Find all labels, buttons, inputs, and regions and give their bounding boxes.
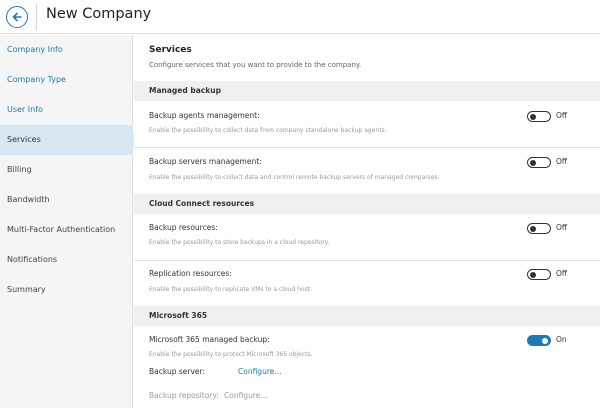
section-title: Services [149,45,192,55]
page-title: New Company [46,6,152,22]
header-divider [36,4,37,30]
sidebar-item-company-type[interactable]: Company Type [0,65,133,95]
sidebar-item-bandwidth[interactable]: Bandwidth [0,185,133,215]
backup-repository-label: Backup repository: [149,391,219,400]
sidebar-item-billing[interactable]: Billing [0,155,133,185]
page-header: New Company [0,0,600,34]
microsoft-365-managed-backup-label: Microsoft 365 managed backup: [149,335,270,344]
backup-repository-configure-link: Configure... [224,391,268,400]
replication-resources-state: Off [556,269,568,278]
row-divider [134,260,600,261]
backup-agents-management-toggle[interactable] [527,111,551,122]
sidebar-item-summary[interactable]: Summary [0,275,133,305]
back-button[interactable] [6,6,28,28]
sidebar-item-user-info[interactable]: User Info [0,95,133,125]
backup-servers-management-state: Off [556,157,568,166]
backup-agents-management-state: Off [556,111,568,120]
backup-servers-management-label: Backup servers management: [149,157,262,166]
backup-agents-management-description: Enable the possibility to collect data f… [149,127,387,134]
section-subtitle: Configure services that you want to prov… [149,61,362,69]
sidebar-item-company-info[interactable]: Company Info [0,35,133,65]
toggle-knob [542,337,548,344]
sidebar-item-notifications[interactable]: Notifications [0,245,133,275]
toggle-knob [530,159,536,166]
sidebar-item-services[interactable]: Services [0,125,140,155]
backup-resources-label: Backup resources: [149,223,218,232]
backup-servers-management-description: Enable the possibility to collect data a… [149,174,440,181]
replication-resources-label: Replication resources: [149,269,232,278]
microsoft-365-managed-backup-description: Enable the possibility to protect Micros… [149,351,313,358]
backup-servers-management-toggle[interactable] [527,157,551,168]
backup-server-configure-link[interactable]: Configure... [238,367,282,376]
microsoft-365-managed-backup-toggle[interactable] [527,335,551,346]
replication-resources-toggle[interactable] [527,269,551,280]
toggle-knob [530,271,536,278]
group-heading-cloud-connect-resources: Cloud Connect resources [134,194,600,214]
replication-resources-description: Enable the possibility to replicate VMs … [149,286,312,293]
group-heading-managed-backup: Managed backup [134,81,600,101]
arrow-left-icon [12,12,22,22]
toggle-knob [530,225,536,232]
backup-resources-toggle[interactable] [527,223,551,234]
wizard-sidebar: Company Info Company Type User Info Serv… [0,35,140,408]
backup-server-label: Backup server: [149,367,206,376]
toggle-knob [530,113,536,120]
group-heading-microsoft-365: Microsoft 365 [134,306,600,326]
backup-agents-management-label: Backup agents management: [149,111,260,120]
backup-resources-description: Enable the possibility to store backups … [149,239,330,246]
microsoft-365-managed-backup-state: On [556,335,567,344]
sidebar-item-multi-factor-authentication[interactable]: Multi-Factor Authentication [0,215,133,245]
row-divider [134,147,600,148]
backup-resources-state: Off [556,223,568,232]
services-panel: Services Configure services that you wan… [134,35,600,408]
